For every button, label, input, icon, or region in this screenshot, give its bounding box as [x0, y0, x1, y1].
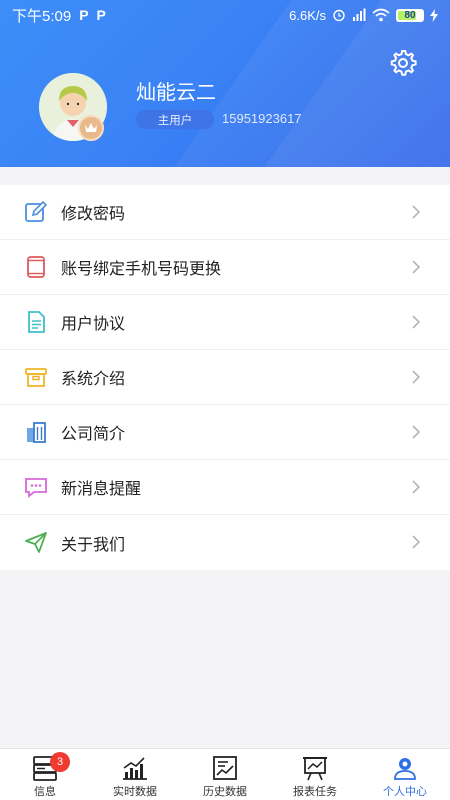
crown-icon: [78, 115, 104, 141]
menu-item-label: 用户协议: [61, 314, 126, 333]
chevron-right-icon: [412, 260, 421, 274]
tab-info[interactable]: 3 信息: [0, 749, 90, 800]
tab-report-tasks[interactable]: 报表任务: [270, 749, 360, 800]
tab-history-data[interactable]: 历史数据: [180, 749, 270, 800]
chevron-right-icon: [412, 480, 421, 494]
user-profile-icon: [394, 758, 416, 780]
tab-label: 信息: [34, 785, 56, 798]
menu-item-label: 新消息提醒: [61, 479, 142, 498]
parking-icon: P: [79, 7, 89, 23]
phone-number: 15951923617: [222, 111, 302, 126]
bottom-tab-bar: 3 信息 实时数据 历史数据 报表任务 个人中心: [0, 748, 450, 800]
menu-item-phone-binding[interactable]: 账号绑定手机号码更换: [0, 240, 450, 295]
menu-item-message-alerts[interactable]: 新消息提醒: [0, 460, 450, 515]
settings-gear-icon[interactable]: [388, 48, 418, 78]
tab-realtime-data[interactable]: 实时数据: [90, 749, 180, 800]
building-icon: [27, 422, 46, 443]
edit-icon: [25, 200, 48, 222]
menu-item-change-password[interactable]: 修改密码: [0, 185, 450, 240]
wifi-icon: [372, 8, 390, 22]
menu-item-label: 账号绑定手机号码更换: [61, 259, 222, 278]
chevron-right-icon: [412, 425, 421, 439]
message-icon: [25, 478, 47, 498]
send-icon: [25, 532, 47, 553]
tab-label: 个人中心: [383, 785, 427, 798]
presentation-board-icon: [303, 757, 327, 781]
tablet-icon: [27, 256, 45, 278]
tab-label: 实时数据: [113, 785, 157, 798]
menu-item-user-agreement[interactable]: 用户协议: [0, 295, 450, 350]
tab-label: 历史数据: [203, 785, 247, 798]
tab-label: 报表任务: [293, 785, 337, 798]
unread-badge: 3: [50, 752, 70, 772]
status-bar: 下午5:09 P P 6.6K/s 80: [0, 0, 450, 30]
profile-header: 下午5:09 P P 6.6K/s 80 灿能云二 主用户 1595192361…: [0, 0, 450, 167]
alarm-icon: [333, 9, 345, 22]
menu-item-company-profile[interactable]: 公司简介: [0, 405, 450, 460]
chevron-right-icon: [412, 205, 421, 219]
tab-personal-center[interactable]: 个人中心: [360, 749, 450, 800]
status-time: 下午5:09: [12, 7, 72, 25]
chevron-right-icon: [412, 535, 421, 549]
settings-menu: 修改密码 账号绑定手机号码更换 用户协议 系统介绍 公司简介 新消息提醒 关于我…: [0, 185, 450, 570]
signal-icon: [353, 8, 366, 21]
charging-icon: [430, 8, 438, 22]
network-speed: 6.6K/s: [289, 7, 326, 23]
menu-item-label: 关于我们: [61, 534, 126, 554]
chevron-right-icon: [412, 315, 421, 329]
parking-icon: P: [96, 7, 106, 23]
chevron-right-icon: [412, 370, 421, 384]
menu-item-system-intro[interactable]: 系统介绍: [0, 350, 450, 405]
role-badge: 主用户: [136, 110, 214, 129]
document-icon: [28, 311, 45, 333]
battery-icon: 80: [396, 8, 424, 22]
menu-item-label: 系统介绍: [61, 369, 126, 388]
menu-item-label: 公司简介: [61, 424, 126, 443]
bar-chart-icon: [123, 757, 147, 780]
username: 灿能云二: [136, 80, 216, 104]
menu-item-label: 修改密码: [61, 204, 126, 223]
box-icon: [25, 368, 47, 387]
history-chart-icon: [213, 756, 237, 780]
menu-item-about-us[interactable]: 关于我们: [0, 515, 450, 570]
